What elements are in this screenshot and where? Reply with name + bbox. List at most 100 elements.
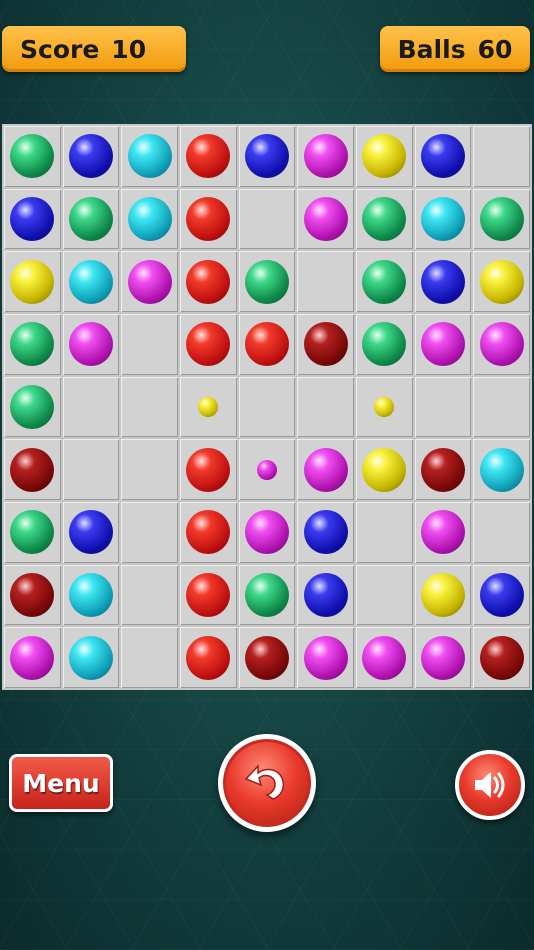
board-cell[interactable]: [297, 126, 354, 187]
board-cell[interactable]: [62, 126, 120, 187]
board-cell[interactable]: [414, 627, 472, 688]
ball[interactable]: [244, 635, 289, 680]
ball[interactable]: [244, 322, 289, 367]
board-cell[interactable]: [414, 251, 472, 312]
board-cell[interactable]: [473, 188, 530, 250]
ball[interactable]: [244, 572, 289, 617]
ball[interactable]: [68, 196, 113, 241]
ball[interactable]: [420, 510, 465, 555]
board-cell[interactable]: [62, 314, 120, 375]
board-cell[interactable]: [297, 188, 354, 250]
board-cell[interactable]: [473, 314, 530, 375]
board-cell[interactable]: [356, 627, 413, 688]
board-cell[interactable]: [62, 376, 120, 438]
board-cell[interactable]: [4, 439, 61, 500]
ball[interactable]: [10, 447, 55, 492]
board-cell[interactable]: [180, 376, 237, 438]
ball[interactable]: [127, 259, 172, 304]
board-cell[interactable]: [297, 314, 354, 375]
ball[interactable]: [362, 259, 407, 304]
ball[interactable]: [68, 635, 113, 680]
board-cell[interactable]: [473, 251, 530, 312]
ball[interactable]: [10, 134, 55, 179]
ball[interactable]: [127, 196, 172, 241]
ball[interactable]: [479, 447, 524, 492]
ball[interactable]: [186, 572, 231, 617]
board-cell[interactable]: [473, 126, 530, 187]
board-cell[interactable]: [121, 376, 178, 438]
ball[interactable]: [362, 322, 407, 367]
ball[interactable]: [10, 196, 55, 241]
board-cell[interactable]: [297, 251, 354, 312]
ball[interactable]: [420, 635, 465, 680]
board-cell[interactable]: [238, 188, 296, 250]
board-cell[interactable]: [414, 439, 472, 500]
ball[interactable]: [479, 572, 524, 617]
undo-button[interactable]: [218, 734, 316, 832]
board-cell[interactable]: [62, 251, 120, 312]
ball[interactable]: [362, 635, 407, 680]
board-cell[interactable]: [238, 314, 296, 375]
ball[interactable]: [362, 447, 407, 492]
board-cell[interactable]: [180, 439, 237, 500]
board-cell[interactable]: [297, 502, 354, 563]
board-cell[interactable]: [473, 376, 530, 438]
board-cell[interactable]: [238, 627, 296, 688]
board-cell[interactable]: [180, 188, 237, 250]
board-cell[interactable]: [238, 564, 296, 626]
ball[interactable]: [362, 134, 407, 179]
board-cell[interactable]: [4, 376, 61, 438]
ball[interactable]: [479, 322, 524, 367]
ball[interactable]: [244, 259, 289, 304]
board-cell[interactable]: [62, 502, 120, 563]
ball[interactable]: [68, 572, 113, 617]
board-cell[interactable]: [356, 251, 413, 312]
ball[interactable]: [479, 635, 524, 680]
board-cell[interactable]: [4, 188, 61, 250]
board-cell[interactable]: [414, 188, 472, 250]
board-cell[interactable]: [356, 188, 413, 250]
ball[interactable]: [68, 510, 113, 555]
board-cell[interactable]: [180, 564, 237, 626]
board-cell[interactable]: [4, 627, 61, 688]
ball[interactable]: [10, 572, 55, 617]
ball[interactable]: [303, 196, 348, 241]
board-cell[interactable]: [238, 376, 296, 438]
board-cell[interactable]: [4, 502, 61, 563]
board-cell[interactable]: [297, 376, 354, 438]
board-cell[interactable]: [4, 251, 61, 312]
ball[interactable]: [10, 259, 55, 304]
board-cell[interactable]: [414, 314, 472, 375]
board-cell[interactable]: [473, 627, 530, 688]
ball[interactable]: [186, 196, 231, 241]
board-cell[interactable]: [356, 564, 413, 626]
menu-button[interactable]: Menu: [9, 754, 113, 812]
board-cell[interactable]: [180, 627, 237, 688]
board-cell[interactable]: [180, 251, 237, 312]
ball[interactable]: [303, 134, 348, 179]
board-cell[interactable]: [238, 126, 296, 187]
ball[interactable]: [68, 134, 113, 179]
ball[interactable]: [362, 196, 407, 241]
ball[interactable]: [420, 134, 465, 179]
board-cell[interactable]: [121, 314, 178, 375]
board-cell[interactable]: [414, 126, 472, 187]
ball[interactable]: [10, 510, 55, 555]
board-cell[interactable]: [297, 439, 354, 500]
board-cell[interactable]: [238, 502, 296, 563]
ball[interactable]: [303, 322, 348, 367]
board-cell[interactable]: [356, 126, 413, 187]
board-cell[interactable]: [238, 251, 296, 312]
ball[interactable]: [10, 635, 55, 680]
ball[interactable]: [303, 635, 348, 680]
ball[interactable]: [420, 196, 465, 241]
board-cell[interactable]: [356, 314, 413, 375]
ball[interactable]: [244, 510, 289, 555]
board-cell[interactable]: [297, 627, 354, 688]
ball[interactable]: [68, 322, 113, 367]
ball[interactable]: [420, 572, 465, 617]
board-cell[interactable]: [238, 439, 296, 500]
board-cell[interactable]: [414, 376, 472, 438]
board-cell[interactable]: [473, 439, 530, 500]
board-cell[interactable]: [356, 502, 413, 563]
